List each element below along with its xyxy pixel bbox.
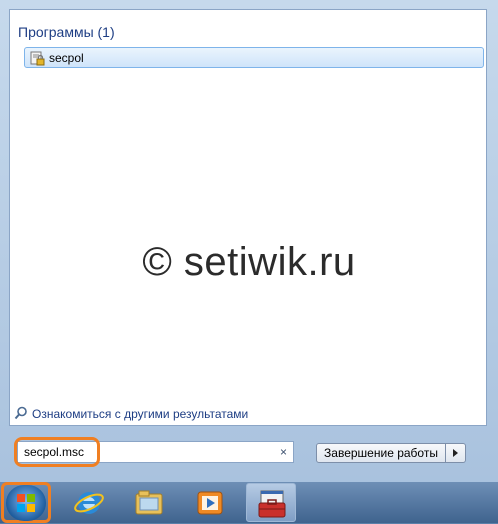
arrow-right-icon	[453, 449, 458, 457]
taskbar	[0, 482, 498, 523]
start-button[interactable]	[6, 485, 46, 521]
internet-explorer-icon[interactable]	[72, 486, 106, 520]
folder-icon[interactable]	[132, 486, 166, 520]
start-menu: Программы (1) secpol © setiwik.ru Ознако…	[0, 0, 498, 482]
search-input[interactable]	[24, 444, 264, 460]
security-policy-icon	[30, 51, 45, 66]
media-player-icon[interactable]	[193, 486, 227, 520]
search-results-pane: Программы (1) secpol © setiwik.ru Ознако…	[9, 9, 487, 426]
search-icon	[14, 406, 27, 420]
result-item-label: secpol	[49, 51, 84, 65]
see-more-results-label: Ознакомиться с другими результатами	[32, 407, 249, 421]
windows-logo-icon	[17, 494, 35, 512]
clear-search-icon[interactable]: ×	[280, 445, 287, 459]
see-more-results-link[interactable]: Ознакомиться с другими результатами	[14, 406, 248, 421]
results-group-title: Программы (1)	[18, 24, 115, 40]
watermark: © setiwik.ru	[142, 240, 356, 284]
shutdown-options-button[interactable]	[446, 443, 466, 463]
shutdown-button[interactable]: Завершение работы	[316, 443, 446, 463]
active-task-button[interactable]	[246, 483, 296, 522]
search-box[interactable]: ×	[17, 441, 294, 463]
toolbox-icon	[258, 490, 286, 518]
result-item-secpol[interactable]: secpol	[24, 47, 484, 68]
